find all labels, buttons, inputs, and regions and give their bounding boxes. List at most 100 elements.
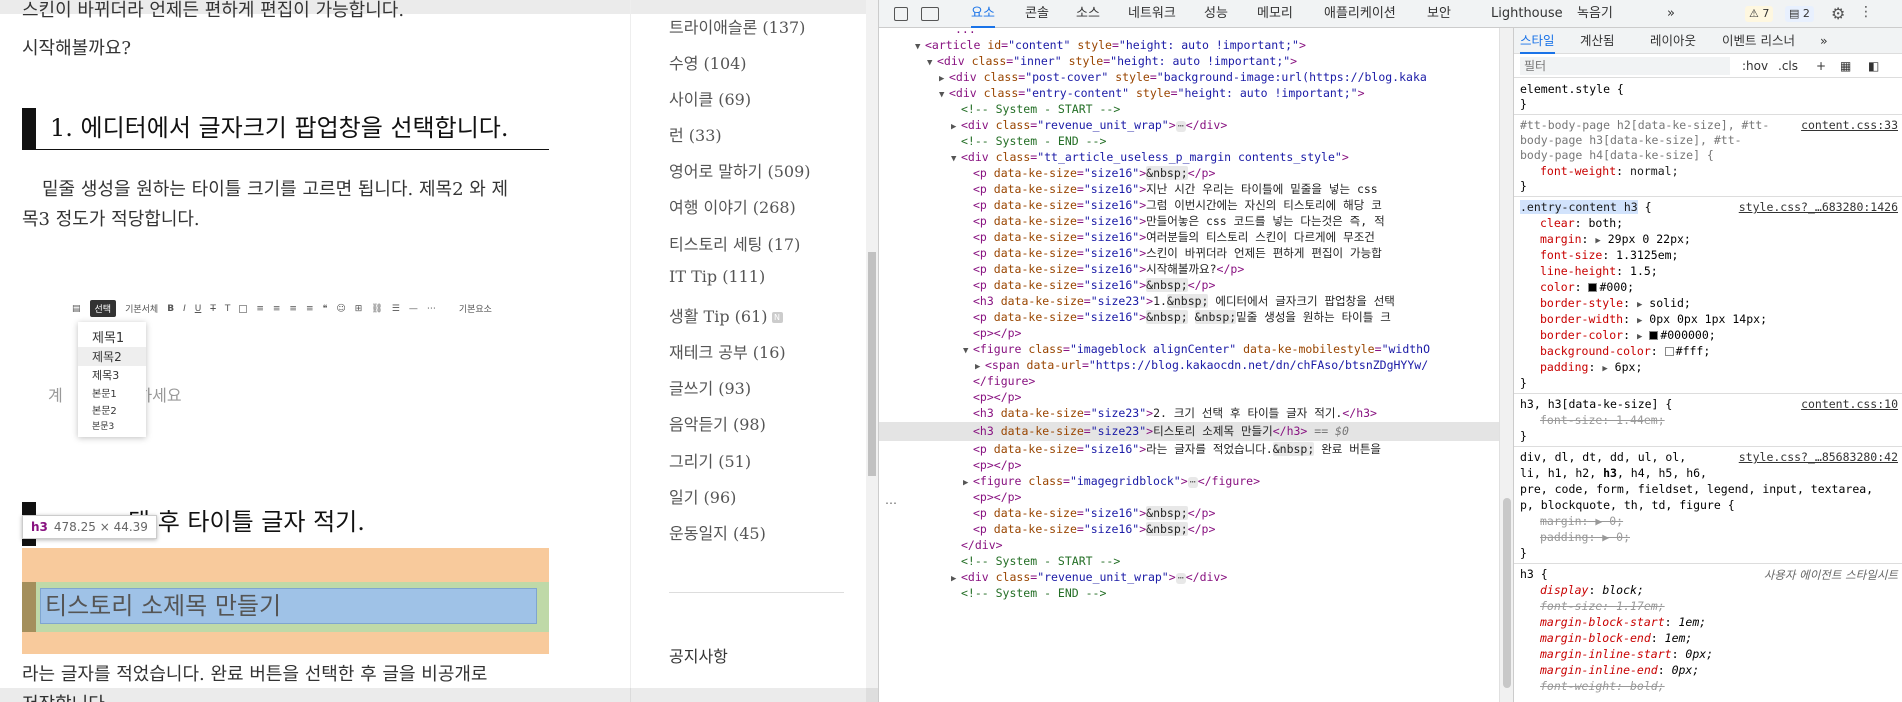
rule-property[interactable]: line-height: 1.5; bbox=[1520, 264, 1900, 280]
elements-scroll-thumb[interactable] bbox=[1503, 498, 1511, 688]
rule-property-overridden[interactable]: font-size: 1.44em; bbox=[1520, 413, 1900, 429]
rule-close: } bbox=[1520, 97, 1527, 111]
elements-scrollbar[interactable] bbox=[1499, 28, 1513, 702]
tab-styles[interactable]: 스타일 bbox=[1520, 28, 1555, 54]
rule-selector: element.style { bbox=[1520, 82, 1624, 96]
device-toolbar-icon[interactable] bbox=[921, 7, 939, 21]
settings-gear-icon[interactable]: ⚙ bbox=[1831, 4, 1845, 23]
rule-source-link[interactable]: content.css:33 bbox=[1801, 118, 1898, 132]
styles-filter-input[interactable] bbox=[1520, 57, 1730, 75]
rule-property-overridden[interactable]: padding: ▶ 0; bbox=[1520, 530, 1900, 546]
cls-button[interactable]: .cls bbox=[1778, 59, 1798, 73]
category-item[interactable]: 티스토리 세팅 (17) bbox=[669, 231, 800, 255]
rule-property[interactable]: display: block; bbox=[1520, 583, 1900, 599]
align-left-icon: ≡ bbox=[256, 303, 264, 314]
category-item[interactable]: IT Tip (111) bbox=[669, 267, 765, 286]
rule-property[interactable]: border-color: ▶ #000000; bbox=[1520, 328, 1900, 344]
heading-1: 1. 에디터에서 글자크기 팝업창을 선택합니다. bbox=[22, 108, 549, 150]
strike-icon: T bbox=[210, 303, 216, 314]
rule-property[interactable]: margin-block-start: 1em; bbox=[1520, 615, 1900, 631]
tab-computed[interactable]: 계산됨 bbox=[1580, 28, 1615, 54]
tab-security[interactable]: 보안 bbox=[1427, 0, 1451, 28]
rule-property[interactable]: border-style: ▶ solid; bbox=[1520, 296, 1900, 312]
rule-property[interactable]: font-weight: normal; bbox=[1520, 164, 1900, 180]
category-item[interactable]: 일기 (96) bbox=[669, 484, 736, 508]
notice-heading[interactable]: 공지사항 bbox=[669, 643, 728, 667]
category-item[interactable]: 런 (33) bbox=[669, 122, 722, 146]
rule-property[interactable]: padding: ▶ 6px; bbox=[1520, 360, 1900, 376]
category-item[interactable]: 트라이애슬론 (137) bbox=[669, 14, 805, 38]
rule-property[interactable]: color: #000; bbox=[1520, 280, 1900, 296]
rule-source-link[interactable]: style.css?_…683280:1426 bbox=[1739, 200, 1898, 214]
category-label: 생활 Tip (61) bbox=[669, 307, 768, 326]
editor-icon: ▤ bbox=[72, 303, 81, 314]
tab-application[interactable]: 애플리케이션 bbox=[1324, 0, 1396, 28]
page-scrollbar[interactable] bbox=[866, 0, 878, 702]
rule-divider bbox=[1514, 393, 1902, 394]
rule-property[interactable]: margin-block-end: 1em; bbox=[1520, 631, 1900, 647]
warnings-badge[interactable]: ⚠ 7 bbox=[1745, 6, 1774, 22]
sidebar-toggle-icon[interactable]: ◧ bbox=[1868, 59, 1879, 73]
category-item[interactable]: 글쓰기 (93) bbox=[669, 375, 751, 399]
category-item[interactable]: 그리기 (51) bbox=[669, 448, 751, 472]
more-styles-tabs[interactable]: » bbox=[1820, 28, 1828, 54]
dropdown-item-h3: 제목3 bbox=[92, 369, 120, 382]
messages-badge[interactable]: ▤ 2 bbox=[1785, 6, 1814, 22]
color-swatch[interactable] bbox=[1664, 347, 1674, 356]
tab-layout[interactable]: 레이아웃 bbox=[1650, 28, 1696, 54]
kebab-menu-icon[interactable]: ⋮ bbox=[1859, 4, 1873, 20]
tab-recorder[interactable]: 녹음기 bbox=[1577, 0, 1613, 28]
tab-elements[interactable]: 요소 bbox=[971, 0, 995, 28]
tab-performance[interactable]: 성능 bbox=[1204, 0, 1228, 28]
rule-property[interactable]: background-color: #fff; bbox=[1520, 344, 1900, 360]
rule-source-link[interactable]: content.css:10 bbox=[1801, 397, 1898, 411]
underline-icon: U bbox=[194, 303, 202, 314]
category-item[interactable]: 운동일지 (45) bbox=[669, 520, 766, 544]
table-icon bbox=[239, 304, 248, 313]
category-item[interactable]: 여행 이야기 (268) bbox=[669, 194, 796, 218]
color-swatch[interactable] bbox=[1649, 331, 1659, 340]
rule-property[interactable]: margin: ▶ 29px 0 22px; bbox=[1520, 232, 1900, 248]
rule-close: } bbox=[1520, 429, 1527, 443]
rule-property[interactable]: clear: both; bbox=[1520, 216, 1900, 232]
category-item[interactable]: 음악듣기 (98) bbox=[669, 411, 766, 435]
inspect-icon[interactable] bbox=[894, 7, 908, 21]
hov-button[interactable]: :hov bbox=[1742, 59, 1768, 73]
tab-sources[interactable]: 소스 bbox=[1076, 0, 1100, 28]
rule-property[interactable]: font-size: 1.3125em; bbox=[1520, 248, 1900, 264]
rule-property[interactable]: margin-inline-start: 0px; bbox=[1520, 647, 1900, 663]
dom-line[interactable]: <h3 data-ke-size="size23">2. 크기 선택 후 타이틀… bbox=[879, 404, 1499, 423]
tab-console[interactable]: 콘솔 bbox=[1025, 0, 1049, 28]
rule-property-overridden[interactable]: font-weight: bold; bbox=[1520, 679, 1900, 695]
category-item[interactable]: 사이클 (69) bbox=[669, 86, 751, 110]
color-swatch[interactable] bbox=[1588, 283, 1598, 292]
inspected-h3-highlight: 티스토리 소제목 만들기 bbox=[22, 548, 549, 654]
rule-property-overridden[interactable]: margin: ▶ 0; bbox=[1520, 514, 1900, 530]
grid-icon: ⊞ bbox=[354, 303, 363, 314]
font-default: 기본요소 bbox=[458, 305, 492, 315]
rule-source-link[interactable]: style.css?_…85683280:42 bbox=[1739, 450, 1898, 464]
category-item-with-badge[interactable]: 생활 Tip (61) N bbox=[669, 303, 783, 327]
new-rule-icon[interactable]: + bbox=[1816, 59, 1826, 73]
node-actions-icon[interactable]: ⋯ bbox=[885, 496, 897, 510]
category-item[interactable]: 재테크 공부 (16) bbox=[669, 339, 786, 363]
category-item[interactable]: 수영 (104) bbox=[669, 50, 747, 74]
dom-line-selected[interactable]: <h3 data-ke-size="size23">티스토리 소제목 만들기</… bbox=[879, 422, 1499, 441]
color-icon: T bbox=[224, 303, 231, 314]
elements-tree: ... ▼ <article id="content" style="height… bbox=[879, 28, 1499, 702]
tab-lighthouse[interactable]: Lighthouse bbox=[1491, 0, 1563, 28]
category-item[interactable]: 영어로 말하기 (509) bbox=[669, 158, 811, 182]
rule-property[interactable]: margin-inline-end: 0px; bbox=[1520, 663, 1900, 679]
paint-icon[interactable]: ▦ bbox=[1840, 59, 1851, 73]
tab-network[interactable]: 네트워크 bbox=[1128, 0, 1176, 28]
rule-selector: li, h1, h2, h3, h4, h5, h6, bbox=[1520, 466, 1707, 480]
element-tooltip: h3 478.25 × 44.39 bbox=[22, 515, 157, 539]
more-tabs-button[interactable]: » bbox=[1667, 0, 1675, 28]
rule-property-overridden[interactable]: font-size: 1.17em; bbox=[1520, 599, 1900, 615]
dropdown-item-h1: 제목1 bbox=[92, 331, 125, 346]
page-scroll-thumb[interactable] bbox=[868, 252, 876, 476]
tab-memory[interactable]: 메모리 bbox=[1257, 0, 1293, 28]
tab-event-listeners[interactable]: 이벤트 리스너 bbox=[1722, 28, 1795, 54]
dom-line[interactable]: <!-- System - END --> bbox=[879, 584, 1499, 603]
rule-property[interactable]: border-width: ▶ 0px 0px 1px 14px; bbox=[1520, 312, 1900, 328]
